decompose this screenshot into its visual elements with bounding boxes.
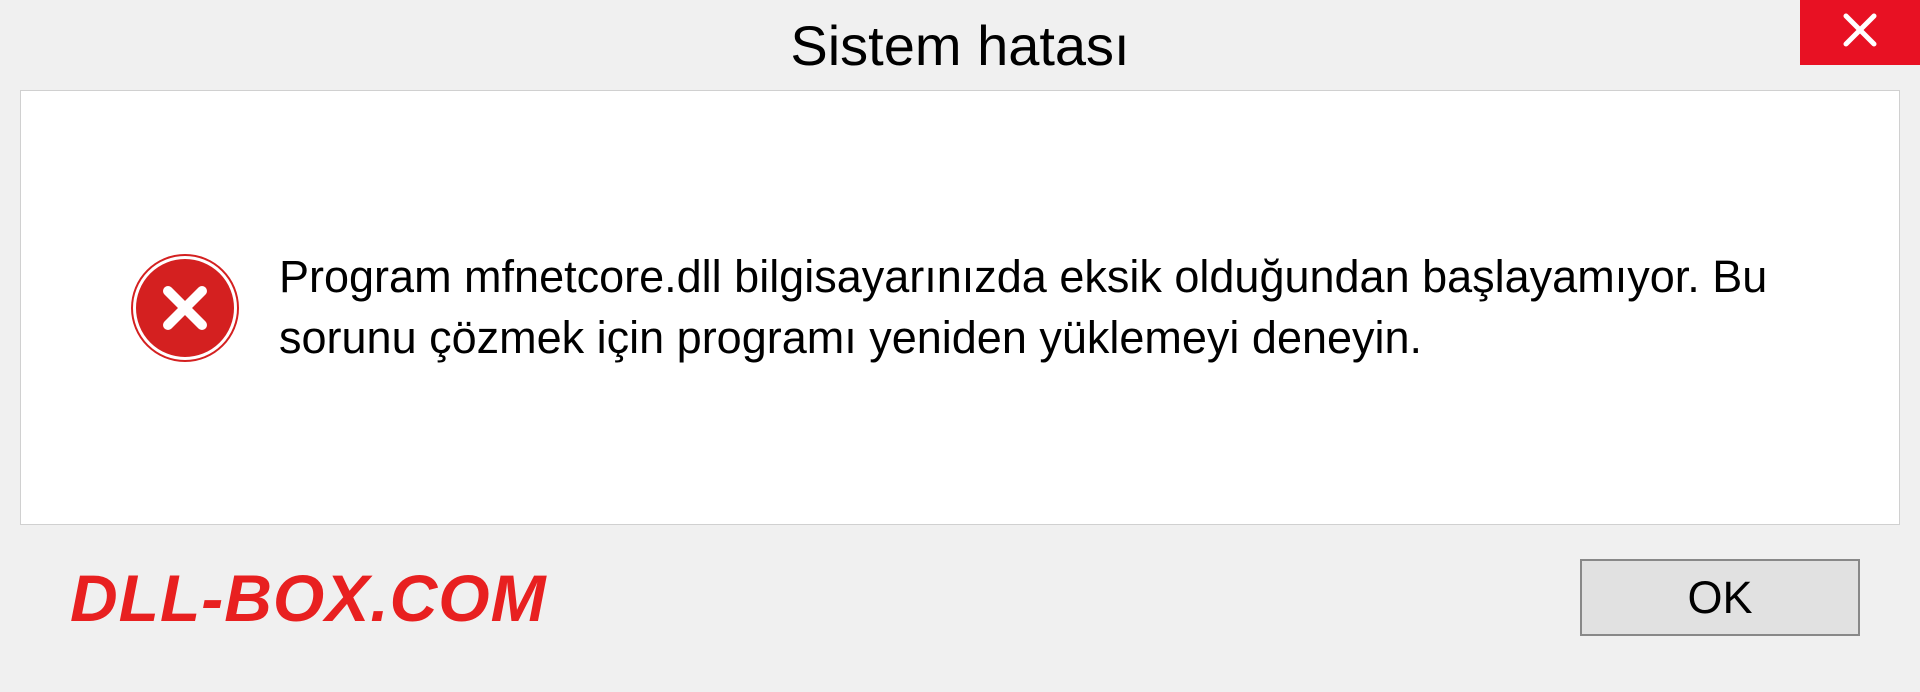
dialog-footer: DLL-BOX.COM OK: [0, 525, 1920, 670]
error-icon-wrapper: [131, 254, 239, 362]
dialog-content: Program mfnetcore.dll bilgisayarınızda e…: [20, 90, 1900, 525]
watermark-text: DLL-BOX.COM: [70, 560, 1580, 636]
ok-button[interactable]: OK: [1580, 559, 1860, 636]
titlebar: Sistem hatası: [0, 0, 1920, 90]
dialog-title: Sistem hatası: [790, 13, 1129, 78]
close-icon: [1840, 10, 1880, 55]
dialog-message: Program mfnetcore.dll bilgisayarınızda e…: [279, 247, 1819, 369]
close-button[interactable]: [1800, 0, 1920, 65]
ok-button-label: OK: [1687, 572, 1752, 624]
error-icon: [133, 256, 237, 360]
